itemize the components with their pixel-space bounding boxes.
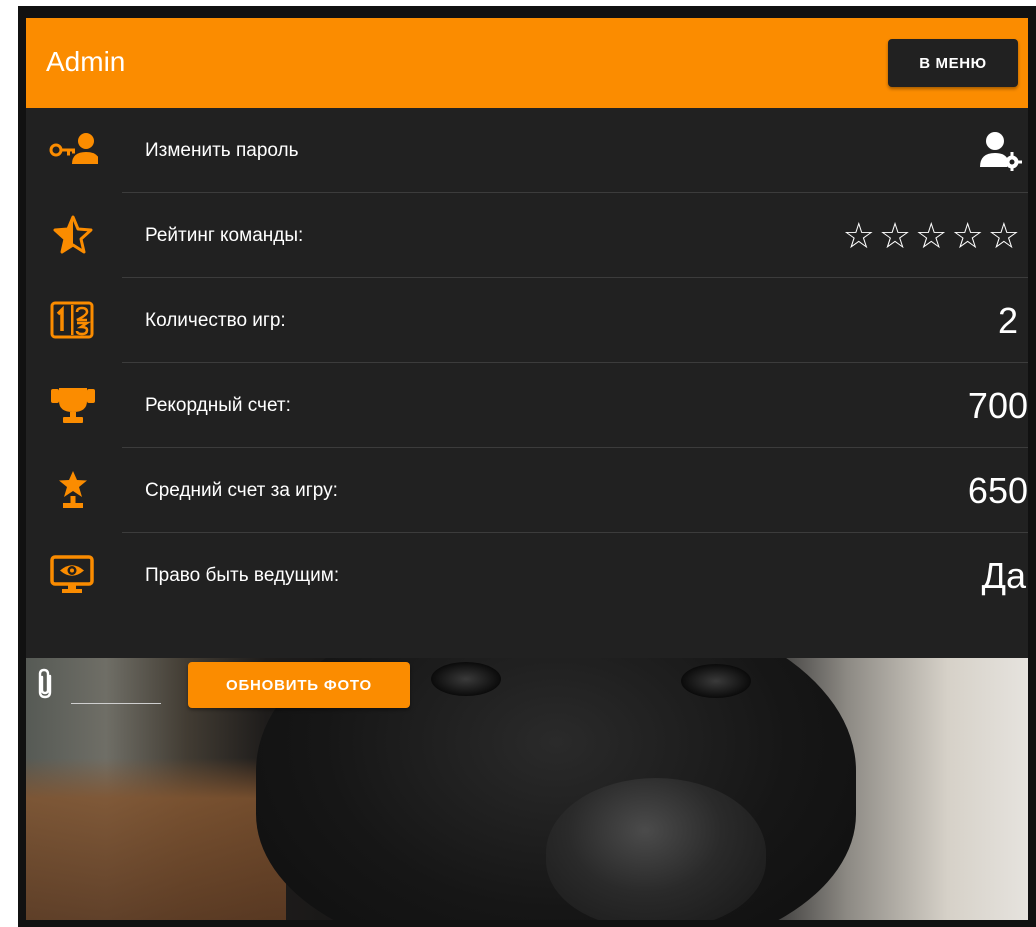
record-score-value: 700: [967, 384, 1028, 426]
games-count-row: Количество игр: 2: [26, 278, 1028, 363]
trophy-icon: [48, 385, 98, 425]
key-user-icon: [48, 130, 100, 170]
page-title: Admin: [46, 46, 126, 77]
file-input[interactable]: [71, 703, 161, 704]
photo-detail: [431, 662, 501, 696]
team-rating-label: Рейтинг команды:: [145, 224, 304, 246]
average-score-label: Средний счет за игру:: [145, 479, 338, 501]
photo-background: [26, 758, 286, 920]
record-score-label: Рекордный счет:: [145, 394, 291, 416]
host-right-label: Право быть ведущим:: [145, 564, 340, 586]
update-photo-button[interactable]: ОБНОВИТЬ ФОТО: [188, 662, 410, 708]
monitor-eye-icon: [48, 555, 98, 595]
host-right-row: Право быть ведущим: Да: [26, 533, 1028, 618]
app-frame: Admin В МЕНЮ Изменить пароль Рейтинг ком…: [18, 6, 1036, 927]
rating-stars: ☆☆☆☆☆: [842, 214, 1024, 256]
games-count-label: Количество игр:: [145, 309, 286, 331]
card-header: Admin В МЕНЮ: [26, 18, 1028, 108]
star-podium-icon: [48, 470, 98, 510]
photo-detail: [681, 664, 751, 698]
games-count-value: 2: [997, 299, 1018, 341]
change-password-row[interactable]: Изменить пароль: [26, 108, 1028, 193]
record-score-row: Рекордный счет: 700: [26, 363, 1028, 448]
profile-card: Admin В МЕНЮ Изменить пароль Рейтинг ком…: [26, 18, 1028, 920]
photo-detail: [546, 778, 766, 920]
change-password-label[interactable]: Изменить пароль: [145, 108, 299, 193]
menu-button[interactable]: В МЕНЮ: [888, 39, 1018, 87]
numeric-scoreboard-icon: [48, 300, 98, 340]
team-rating-row: Рейтинг команды: ☆☆☆☆☆: [26, 193, 1028, 278]
host-right-value: Да: [981, 554, 1026, 596]
paperclip-icon[interactable]: [34, 668, 58, 700]
team-photo: ОБНОВИТЬ ФОТО: [26, 658, 1028, 920]
average-score-value: 650: [967, 469, 1028, 511]
user-settings-icon[interactable]: [978, 108, 1022, 193]
average-score-row: Средний счет за игру: 650: [26, 448, 1028, 533]
star-half-icon: [48, 215, 98, 255]
